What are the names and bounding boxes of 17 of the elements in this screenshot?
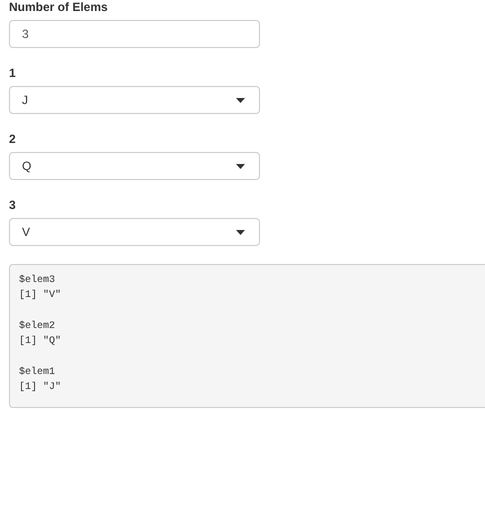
select-dropdown[interactable]: Q bbox=[9, 152, 260, 180]
field-label: 3 bbox=[9, 198, 17, 212]
output-line: $elem1 bbox=[19, 366, 56, 380]
output-line: [1] "Q" bbox=[19, 334, 62, 349]
output-line: [1] "J" bbox=[19, 380, 62, 395]
output-line: [1] "V" bbox=[19, 288, 62, 303]
number-input[interactable]: 3 bbox=[9, 20, 260, 48]
field-label: Number of Elems bbox=[9, 0, 109, 14]
output-line: $elem3 bbox=[19, 274, 56, 288]
field-label: 1 bbox=[9, 66, 17, 80]
field-label: 2 bbox=[9, 132, 17, 146]
caret-icon bbox=[236, 230, 245, 234]
select-dropdown[interactable]: V bbox=[9, 218, 260, 246]
output-line: $elem2 bbox=[19, 320, 56, 334]
caret-icon bbox=[236, 98, 245, 102]
select-dropdown[interactable]: J bbox=[9, 86, 260, 114]
caret-icon bbox=[236, 164, 245, 168]
